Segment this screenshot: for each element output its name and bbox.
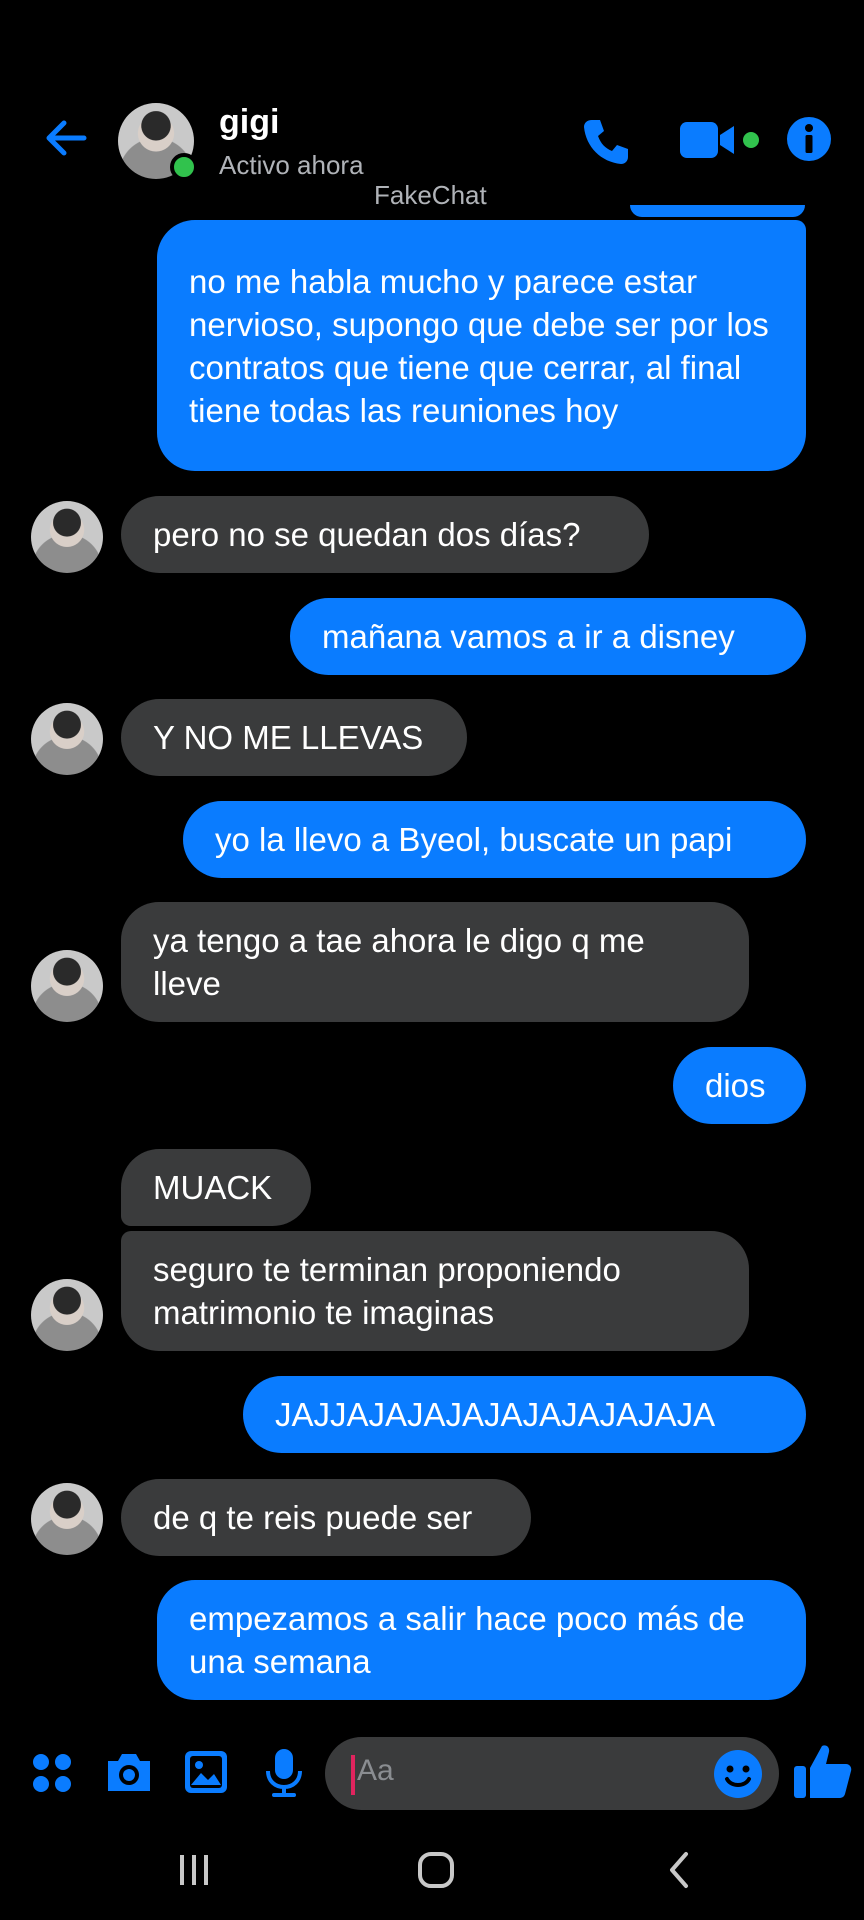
- contact-avatar-small[interactable]: [31, 1279, 103, 1351]
- emoji-icon[interactable]: [713, 1749, 763, 1799]
- system-navigation-bar: [0, 1830, 864, 1920]
- back-arrow-icon[interactable]: [40, 112, 92, 164]
- watermark-label: FakeChat: [374, 180, 487, 210]
- contact-avatar-small[interactable]: [31, 501, 103, 573]
- message-bubble[interactable]: dios: [673, 1047, 806, 1124]
- message-bubble[interactable]: empezamos a salir hace poco más de una s…: [157, 1580, 806, 1700]
- thumbs-up-icon[interactable]: [792, 1740, 854, 1802]
- contact-avatar-small[interactable]: [31, 703, 103, 775]
- message-bubble[interactable]: ya tengo a tae ahora le digo q me lleve: [121, 902, 749, 1022]
- video-camera-icon[interactable]: [678, 118, 764, 162]
- microphone-icon[interactable]: [264, 1747, 304, 1799]
- text-caret: [351, 1755, 355, 1795]
- apps-grid-icon[interactable]: [31, 1752, 73, 1794]
- contact-avatar-small[interactable]: [31, 950, 103, 1022]
- online-indicator: [170, 153, 198, 181]
- gallery-icon[interactable]: [183, 1749, 229, 1795]
- message-bubble[interactable]: yo la llevo a Byeol, buscate un papi: [183, 801, 806, 878]
- info-icon[interactable]: [786, 116, 832, 162]
- message-bubble[interactable]: JAJJAJAJAJAJAJAJAJAJAJA: [243, 1376, 806, 1453]
- phone-icon[interactable]: [578, 114, 634, 170]
- chat-header: gigi Activo ahora FakeChat: [0, 0, 864, 210]
- contact-name[interactable]: gigi: [219, 103, 279, 142]
- contact-avatar[interactable]: [118, 103, 198, 181]
- message-bubble[interactable]: de q te reis puede ser: [121, 1479, 531, 1556]
- message-bubble[interactable]: Y NO ME LLEVAS: [121, 699, 467, 776]
- message-bubble[interactable]: MUACK: [121, 1149, 311, 1226]
- contact-avatar-small[interactable]: [31, 1483, 103, 1555]
- previous-message-edge: [630, 205, 805, 217]
- message-bubble[interactable]: seguro te terminan proponiendo matrimoni…: [121, 1231, 749, 1351]
- message-bubble[interactable]: no me habla mucho y parece estar nervios…: [157, 220, 806, 471]
- message-input-placeholder: Aa: [357, 1754, 394, 1787]
- active-status: Activo ahora: [219, 150, 364, 180]
- camera-icon[interactable]: [104, 1749, 154, 1795]
- recent-apps-icon[interactable]: [176, 1852, 212, 1888]
- message-bubble[interactable]: mañana vamos a ir a disney: [290, 598, 806, 675]
- home-icon[interactable]: [416, 1850, 456, 1890]
- message-bubble[interactable]: pero no se quedan dos días?: [121, 496, 649, 573]
- system-back-icon[interactable]: [664, 1850, 694, 1890]
- message-input[interactable]: Aa: [325, 1737, 779, 1810]
